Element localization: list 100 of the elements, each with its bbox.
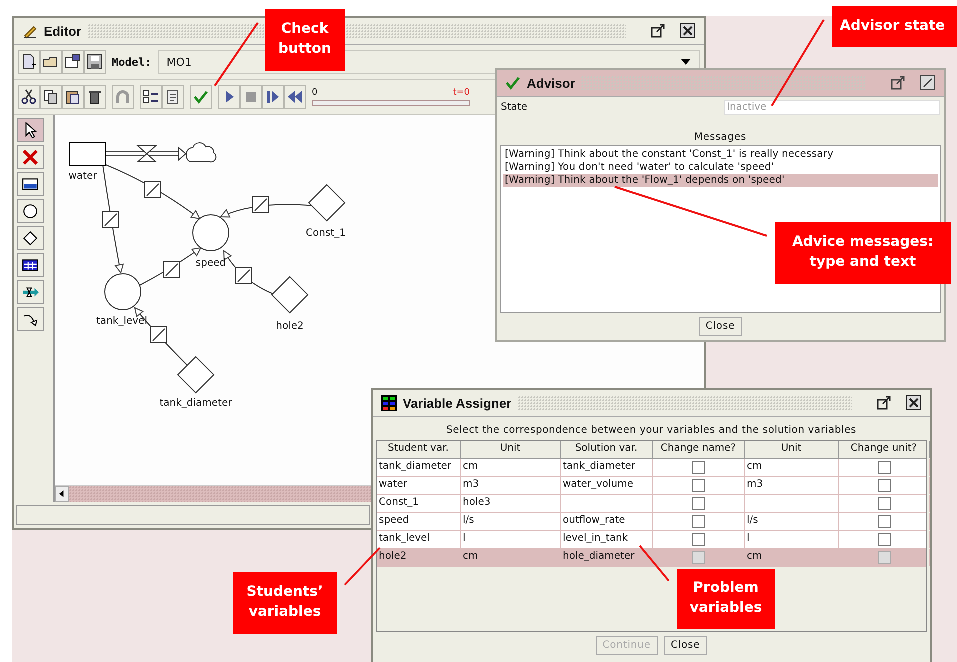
check-icon: [505, 75, 521, 91]
table-cell: level_in_tank: [561, 531, 653, 548]
callout-label: Check button: [265, 9, 345, 71]
column-header[interactable]: Change name?: [653, 441, 745, 458]
table-cell: cm: [461, 549, 561, 566]
message-item[interactable]: [Warning] Think about the 'Flow_1' depends on 'speed': [503, 174, 938, 188]
auxiliary-node[interactable]: [104, 274, 142, 310]
time-slider[interactable]: [312, 100, 470, 106]
constant-node[interactable]: [271, 276, 309, 314]
flow-tool[interactable]: [17, 280, 44, 304]
window-button[interactable]: [62, 50, 84, 74]
checkbox[interactable]: [878, 533, 890, 546]
callout-label: Problem variables: [677, 569, 775, 629]
save-icon: [87, 54, 103, 70]
state-label: State: [501, 102, 528, 114]
auxiliary-node[interactable]: [192, 214, 230, 252]
table-cell: cm: [745, 549, 839, 566]
connector-tool[interactable]: [17, 307, 44, 331]
checkbox[interactable]: [692, 551, 705, 564]
folder-button[interactable]: [40, 50, 62, 74]
delete-tool[interactable]: [17, 145, 44, 169]
checkbox[interactable]: [878, 497, 890, 510]
table-cell: l: [745, 531, 839, 548]
copy-button[interactable]: [40, 85, 62, 109]
constant-tool[interactable]: [17, 226, 44, 250]
new-document-icon: [21, 54, 37, 70]
play-button[interactable]: [218, 85, 240, 109]
auxiliary-tool[interactable]: [17, 199, 44, 223]
paste-icon: [65, 89, 81, 105]
table-cell: l/s: [461, 513, 561, 530]
callout-label: Advisor state: [832, 6, 957, 47]
dropdown-arrow-icon: [681, 59, 691, 65]
close-icon[interactable]: [680, 23, 696, 39]
check-button[interactable]: [190, 85, 212, 109]
table-icon: [22, 256, 39, 274]
step-button[interactable]: [262, 85, 284, 109]
table-cell: l: [461, 531, 561, 548]
table-cell: hole_diameter: [561, 549, 653, 566]
close-icon[interactable]: [906, 395, 922, 411]
notes-button[interactable]: [162, 85, 184, 109]
callout-label: Students’ variables: [233, 572, 337, 634]
checkbox[interactable]: [878, 479, 890, 492]
stock-node[interactable]: [70, 142, 106, 166]
table-cell: tank_diameter: [561, 459, 653, 476]
column-header[interactable]: Student var.: [377, 441, 461, 458]
node-label: hole2: [276, 321, 304, 332]
column-header[interactable]: Unit: [745, 441, 839, 458]
node-label: water: [68, 171, 98, 182]
checklist-icon: [143, 89, 159, 105]
table-cell: outflow_rate: [561, 513, 653, 530]
checkbox[interactable]: [878, 515, 890, 528]
column-header[interactable]: Solution var.: [561, 441, 653, 458]
table-tool[interactable]: [17, 253, 44, 277]
table-cell: tank_diameter: [377, 459, 461, 476]
new-file-button[interactable]: [18, 50, 40, 74]
checklist-button[interactable]: [140, 85, 162, 109]
window-title: Advisor: [527, 76, 576, 90]
node-label: tank_diameter: [160, 398, 232, 409]
table-cell: water_volume: [561, 477, 653, 494]
table-cell: water: [377, 477, 461, 494]
rewind-button[interactable]: [284, 85, 306, 109]
scroll-left-icon[interactable]: [55, 486, 69, 502]
pointer-tool[interactable]: [17, 118, 44, 142]
stock-tool[interactable]: [17, 172, 44, 196]
checkbox[interactable]: [878, 461, 890, 474]
trash-button[interactable]: [84, 85, 106, 109]
column-header[interactable]: Unit: [461, 441, 561, 458]
table-cell: cm: [461, 459, 561, 476]
checkbox[interactable]: [692, 515, 705, 528]
stock-icon: [22, 176, 39, 192]
checkbox[interactable]: [692, 479, 705, 492]
maximize-icon[interactable]: [876, 395, 892, 411]
close-button[interactable]: Close: [664, 636, 708, 655]
cut-button[interactable]: [18, 85, 40, 109]
time-start-label: 0: [312, 88, 318, 98]
checkbox[interactable]: [692, 497, 705, 510]
maximize-icon[interactable]: [650, 23, 666, 39]
close-icon[interactable]: [920, 75, 936, 91]
close-button[interactable]: Close: [698, 317, 742, 336]
checkbox[interactable]: [878, 551, 890, 564]
table-cell: Const_1: [377, 495, 461, 512]
save-button[interactable]: [84, 50, 106, 74]
copy-icon: [43, 89, 59, 105]
table-cell: tank_level: [377, 531, 461, 548]
step-icon: [265, 89, 281, 105]
checkbox[interactable]: [692, 461, 705, 474]
checkbox[interactable]: [692, 533, 705, 546]
constant-node[interactable]: [308, 184, 346, 222]
stop-icon: [243, 89, 259, 105]
leader-line: [639, 545, 670, 582]
notes-icon: [165, 89, 181, 105]
constant-node[interactable]: [177, 356, 215, 394]
horizontal-scrollbar[interactable]: [55, 485, 373, 502]
node-label: Const_1: [306, 228, 346, 239]
column-header[interactable]: Change unit?: [839, 441, 930, 458]
table-cell: hole3: [461, 495, 561, 512]
paste-button[interactable]: [62, 85, 84, 109]
time-label: t=0: [453, 88, 470, 98]
table-cell: cm: [745, 459, 839, 476]
callout-label: Advice messages: type and text: [775, 222, 951, 284]
